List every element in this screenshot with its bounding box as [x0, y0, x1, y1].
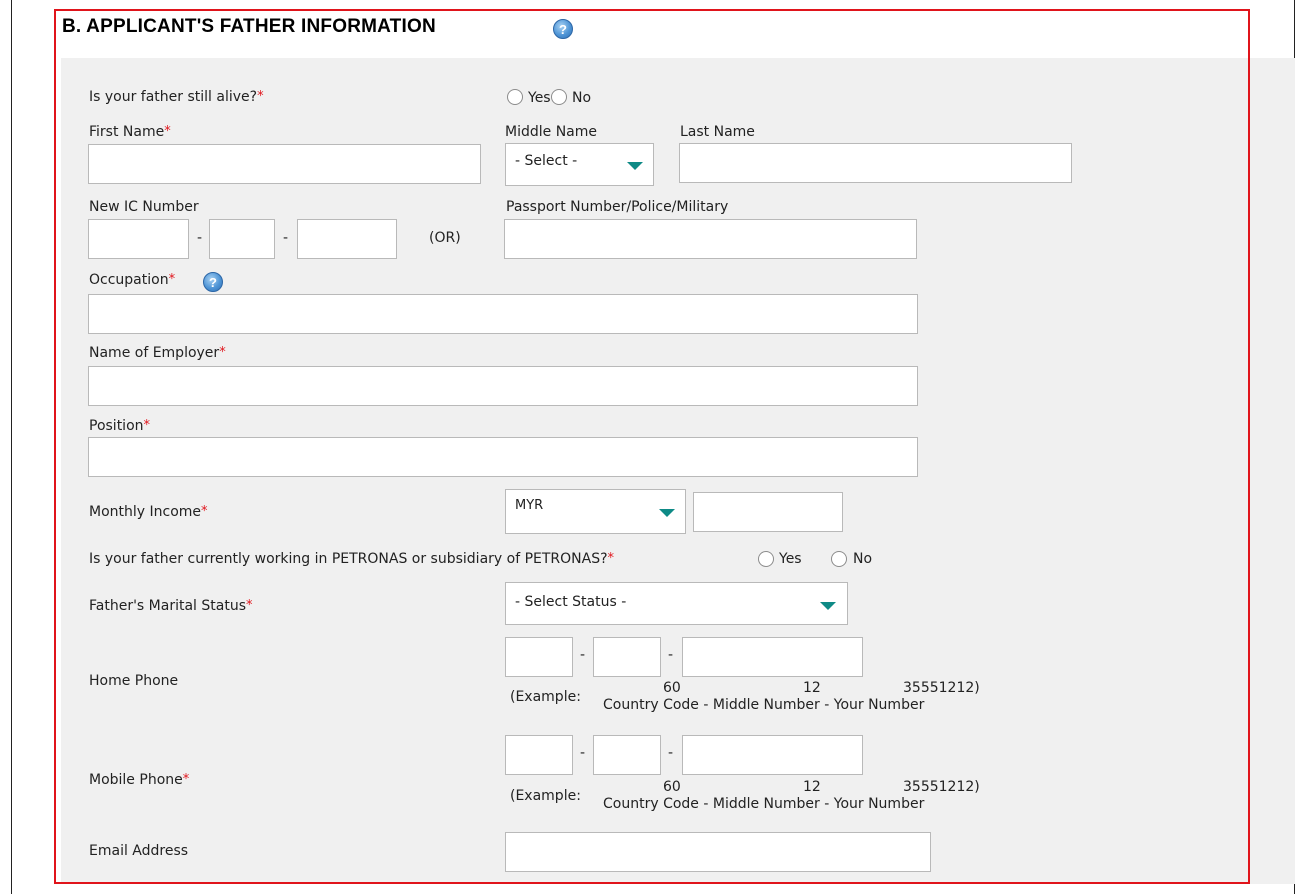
mobile-phone-example-mid: 12: [803, 779, 821, 795]
question-icon[interactable]: ?: [553, 19, 573, 39]
marital-label: Father's Marital Status*: [89, 598, 253, 614]
petronas-no-label: No: [853, 551, 873, 567]
employer-label: Name of Employer*: [89, 345, 226, 361]
mobile-phone-sep-1: -: [580, 745, 586, 761]
position-input[interactable]: [88, 437, 918, 477]
first-name-input[interactable]: [88, 144, 481, 184]
or-label: (OR): [429, 230, 461, 246]
chevron-down-icon: [627, 162, 643, 170]
home-phone-middle-input[interactable]: [593, 637, 661, 677]
page-border-left: [11, 0, 12, 894]
petronas-yes-label: Yes: [779, 551, 802, 567]
ic-separator-2: -: [283, 230, 289, 246]
alive-yes-radio[interactable]: [507, 89, 523, 105]
marital-status-value: - Select Status -: [515, 594, 627, 610]
occupation-input[interactable]: [88, 294, 918, 334]
mobile-phone-sep-2: -: [668, 745, 674, 761]
question-icon[interactable]: ?: [203, 272, 223, 292]
currency-select[interactable]: MYR: [505, 489, 686, 534]
ic-part2-input[interactable]: [209, 219, 275, 259]
middle-name-select[interactable]: - Select -: [505, 143, 654, 186]
chevron-down-icon: [659, 509, 675, 517]
ic-separator-1: -: [197, 230, 203, 246]
mobile-phone-country-input[interactable]: [505, 735, 573, 775]
alive-label: Is your father still alive?*: [89, 89, 264, 105]
ic-part3-input[interactable]: [297, 219, 397, 259]
income-amount-input[interactable]: [693, 492, 843, 532]
last-name-label: Last Name: [680, 124, 755, 140]
passport-label: Passport Number/Police/Military: [506, 199, 729, 215]
petronas-label: Is your father currently working in PETR…: [89, 551, 615, 567]
income-label: Monthly Income*: [89, 504, 208, 520]
middle-name-value: - Select -: [515, 153, 578, 169]
petronas-yes-radio[interactable]: [758, 551, 774, 567]
home-phone-example-caption: Country Code - Middle Number - Your Numb…: [603, 697, 925, 713]
last-name-input[interactable]: [679, 143, 1072, 183]
ic-label: New IC Number: [89, 199, 199, 215]
home-phone-label: Home Phone: [89, 673, 179, 689]
marital-status-select[interactable]: - Select Status -: [505, 582, 848, 625]
mobile-phone-example-cc: 60: [663, 779, 681, 795]
mobile-phone-number-input[interactable]: [682, 735, 863, 775]
home-phone-sep-1: -: [580, 647, 586, 663]
home-phone-example-prefix: (Example:: [510, 689, 581, 705]
currency-value: MYR: [515, 498, 544, 513]
petronas-no-radio[interactable]: [831, 551, 847, 567]
mobile-phone-label: Mobile Phone*: [89, 772, 190, 788]
occupation-label: Occupation*: [89, 272, 176, 288]
chevron-down-icon: [820, 602, 836, 610]
position-label: Position*: [89, 418, 151, 434]
home-phone-sep-2: -: [668, 647, 674, 663]
mobile-phone-example-caption: Country Code - Middle Number - Your Numb…: [603, 796, 925, 812]
email-input[interactable]: [505, 832, 931, 872]
first-name-label: First Name*: [89, 124, 171, 140]
employer-input[interactable]: [88, 366, 918, 406]
home-phone-number-input[interactable]: [682, 637, 863, 677]
home-phone-example-mid: 12: [803, 680, 821, 696]
mobile-phone-example-prefix: (Example:: [510, 788, 581, 804]
alive-yes-label: Yes: [528, 90, 551, 106]
mobile-phone-middle-input[interactable]: [593, 735, 661, 775]
alive-no-label: No: [572, 90, 592, 106]
ic-part1-input[interactable]: [88, 219, 189, 259]
mobile-phone-example-num: 35551212): [903, 779, 980, 795]
section-title: B. APPLICANT'S FATHER INFORMATION: [62, 16, 436, 38]
home-phone-example-num: 35551212): [903, 680, 980, 696]
home-phone-country-input[interactable]: [505, 637, 573, 677]
passport-input[interactable]: [504, 219, 917, 259]
alive-no-radio[interactable]: [551, 89, 567, 105]
email-label: Email Address: [89, 843, 189, 859]
middle-name-label: Middle Name: [505, 124, 597, 140]
section-title-text: B. APPLICANT'S FATHER INFORMATION: [62, 16, 436, 37]
home-phone-example-cc: 60: [663, 680, 681, 696]
